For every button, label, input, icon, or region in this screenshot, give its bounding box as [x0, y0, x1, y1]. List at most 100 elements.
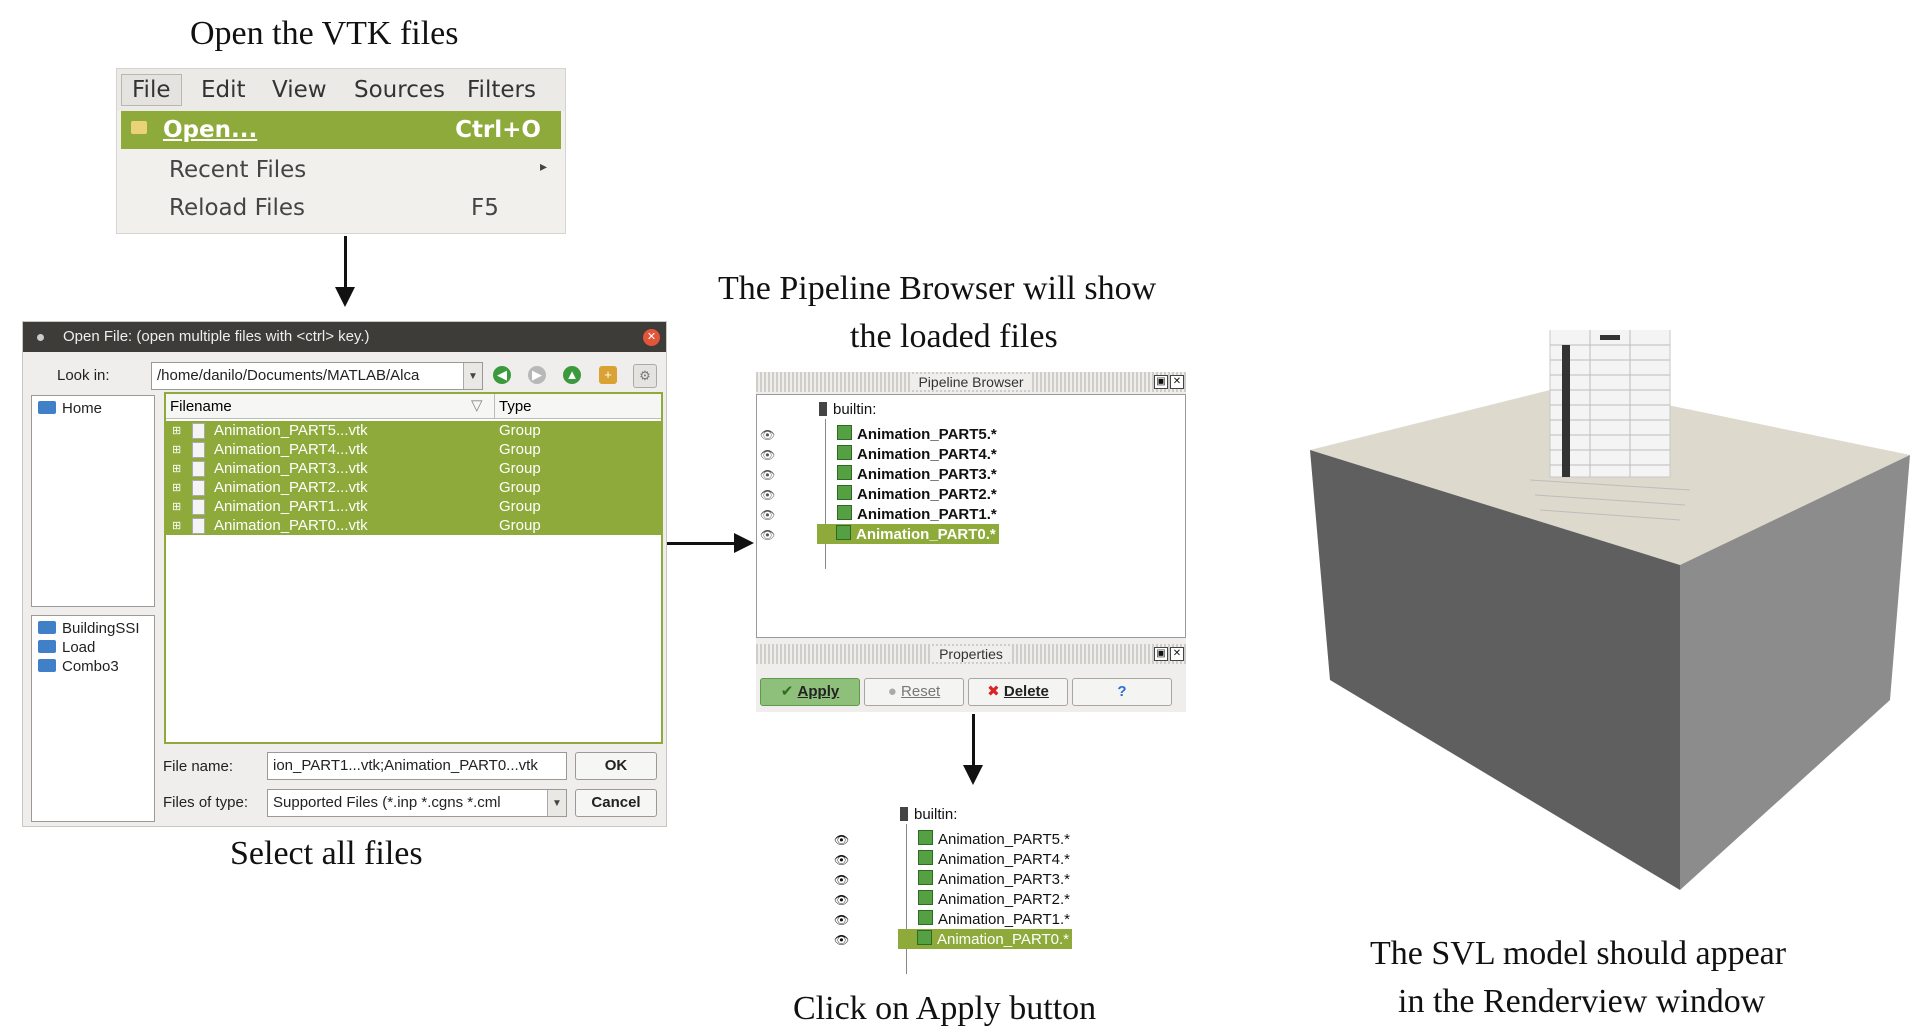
- file-list[interactable]: Filename ▽ Type ⊞ Animation_PART5...vtk Gr…: [164, 392, 663, 744]
- pipeline-item[interactable]: Animation_PART4.*: [837, 445, 997, 463]
- reset-button[interactable]: ● Reset: [864, 678, 964, 706]
- menu-edit[interactable]: Edit: [201, 77, 246, 103]
- builtin-node[interactable]: builtin:: [900, 806, 957, 823]
- cancel-button[interactable]: Cancel: [575, 789, 657, 817]
- file-row[interactable]: ⊞ Animation_PART5...vtk Group: [166, 421, 661, 440]
- file-row[interactable]: ⊞ Animation_PART3...vtk Group: [166, 459, 661, 478]
- menu-view[interactable]: View: [272, 77, 327, 103]
- place-combo3[interactable]: Combo3: [38, 658, 119, 675]
- builtin-label: builtin:: [914, 806, 958, 823]
- delete-button[interactable]: ✖ Delete: [968, 678, 1068, 706]
- expand-icon[interactable]: ⊞: [172, 481, 181, 494]
- cube-icon: [836, 525, 851, 540]
- look-in-combo[interactable]: /home/danilo/Documents/MATLAB/Alca ▼: [151, 362, 483, 390]
- builtin-node[interactable]: builtin:: [819, 401, 876, 418]
- pipeline-item-label: Animation_PART5.*: [938, 831, 1071, 848]
- pipeline-item-label: Animation_PART2.*: [857, 486, 997, 503]
- pipeline-item-label: Animation_PART3.*: [857, 466, 997, 483]
- file-icon: [192, 499, 205, 515]
- eye-icon[interactable]: 👁: [760, 528, 775, 542]
- file-icon: [192, 518, 205, 534]
- expand-icon[interactable]: ⊞: [172, 424, 181, 437]
- pipeline-item[interactable]: Animation_PART1.*: [918, 910, 1070, 928]
- menu-sources[interactable]: Sources: [354, 77, 445, 103]
- filetype-label: Files of type:: [163, 794, 249, 811]
- reset-label: Reset: [901, 683, 941, 700]
- filetype-combo[interactable]: Supported Files (*.inp *.cgns *.cml ▼: [267, 789, 567, 817]
- pipeline-item-label: Animation_PART4.*: [857, 446, 997, 463]
- expand-icon[interactable]: ⊞: [172, 462, 181, 475]
- menu-item-reload-files[interactable]: Reload Files F5: [121, 189, 561, 227]
- column-filename[interactable]: Filename: [170, 398, 232, 415]
- builtin-label: builtin:: [833, 401, 877, 418]
- chevron-down-icon: ▼: [547, 790, 566, 816]
- ok-button[interactable]: OK: [575, 752, 657, 780]
- pipeline-item[interactable]: Animation_PART2.*: [837, 485, 997, 503]
- eye-icon[interactable]: 👁: [760, 468, 775, 482]
- eye-icon[interactable]: 👁: [834, 853, 849, 867]
- place-load[interactable]: Load: [38, 639, 95, 656]
- server-icon: [819, 402, 827, 416]
- file-row[interactable]: ⊞ Animation_PART0...vtk Group: [166, 516, 661, 535]
- apply-button[interactable]: ✔ Apply: [760, 678, 860, 706]
- pipeline-tree[interactable]: builtin: 👁 Animation_PART5.* 👁 Animation…: [756, 394, 1186, 638]
- new-folder-icon[interactable]: +: [599, 366, 617, 384]
- pipeline-item[interactable]: Animation_PART1.*: [837, 505, 997, 523]
- forward-icon[interactable]: ▶: [528, 366, 546, 384]
- pipeline-item[interactable]: Animation_PART3.*: [918, 870, 1070, 888]
- menu-file[interactable]: File: [121, 74, 182, 106]
- eye-icon[interactable]: 👁: [760, 488, 775, 502]
- eye-icon[interactable]: 👁: [834, 873, 849, 887]
- eye-icon[interactable]: 👁: [760, 428, 775, 442]
- place-home[interactable]: Home: [38, 400, 102, 417]
- file-row[interactable]: ⊞ Animation_PART1...vtk Group: [166, 497, 661, 516]
- close-icon[interactable]: ✕: [643, 329, 660, 346]
- expand-icon[interactable]: ⊞: [172, 500, 181, 513]
- server-icon: [900, 807, 908, 821]
- file-type: Group: [499, 460, 541, 477]
- close-icon[interactable]: ✕: [1170, 647, 1184, 661]
- delete-icon: ✖: [987, 683, 1000, 700]
- render-view[interactable]: [1300, 326, 1920, 910]
- back-icon[interactable]: ◀: [493, 366, 511, 384]
- pipeline-item[interactable]: Animation_PART5.*: [837, 425, 997, 443]
- menu-filters[interactable]: Filters: [467, 77, 536, 103]
- pipeline-item[interactable]: Animation_PART4.*: [918, 850, 1070, 868]
- eye-icon[interactable]: 👁: [834, 933, 849, 947]
- place-buildingssi[interactable]: BuildingSSI: [38, 620, 140, 637]
- svl-model: [1310, 326, 1910, 890]
- expand-icon[interactable]: ⊞: [172, 519, 181, 532]
- column-type[interactable]: Type: [499, 398, 532, 415]
- pipeline-item-selected[interactable]: Animation_PART0.*: [817, 524, 999, 544]
- pipeline-item[interactable]: Animation_PART2.*: [918, 890, 1070, 908]
- help-button[interactable]: ?: [1072, 678, 1172, 706]
- parent-directory-icon[interactable]: ▲: [563, 366, 581, 384]
- settings-icon[interactable]: ⚙: [633, 364, 657, 388]
- menu-item-open[interactable]: Open... Ctrl+O: [121, 111, 561, 149]
- look-in-label: Look in:: [57, 367, 110, 384]
- eye-icon[interactable]: 👁: [834, 913, 849, 927]
- open-file-dialog: Open File: (open multiple files with <ct…: [22, 321, 667, 827]
- pipeline-item-label: Animation_PART2.*: [938, 891, 1071, 908]
- properties-title: Properties: [931, 646, 1011, 662]
- pipeline-item-selected[interactable]: Animation_PART0.*: [898, 929, 1073, 949]
- caption-select-all: Select all files: [230, 835, 423, 872]
- menu-item-recent-files[interactable]: Recent Files ▸: [121, 151, 561, 189]
- cube-icon: [918, 850, 933, 865]
- expand-icon[interactable]: ⊞: [172, 443, 181, 456]
- eye-icon[interactable]: 👁: [760, 448, 775, 462]
- undock-icon[interactable]: ▣: [1154, 375, 1168, 389]
- pipeline-item[interactable]: Animation_PART5.*: [918, 830, 1070, 848]
- pipeline-item-label: Animation_PART1.*: [857, 506, 997, 523]
- filename-field[interactable]: ion_PART1...vtk;Animation_PART0...vtk: [267, 752, 567, 780]
- close-icon[interactable]: ✕: [1170, 375, 1184, 389]
- file-row[interactable]: ⊞ Animation_PART2...vtk Group: [166, 478, 661, 497]
- eye-icon[interactable]: 👁: [834, 833, 849, 847]
- window-menu-icon[interactable]: [37, 334, 44, 341]
- eye-icon[interactable]: 👁: [834, 893, 849, 907]
- eye-icon[interactable]: 👁: [760, 508, 775, 522]
- pipeline-item[interactable]: Animation_PART3.*: [837, 465, 997, 483]
- file-row[interactable]: ⊞ Animation_PART4...vtk Group: [166, 440, 661, 459]
- cube-icon: [837, 505, 852, 520]
- undock-icon[interactable]: ▣: [1154, 647, 1168, 661]
